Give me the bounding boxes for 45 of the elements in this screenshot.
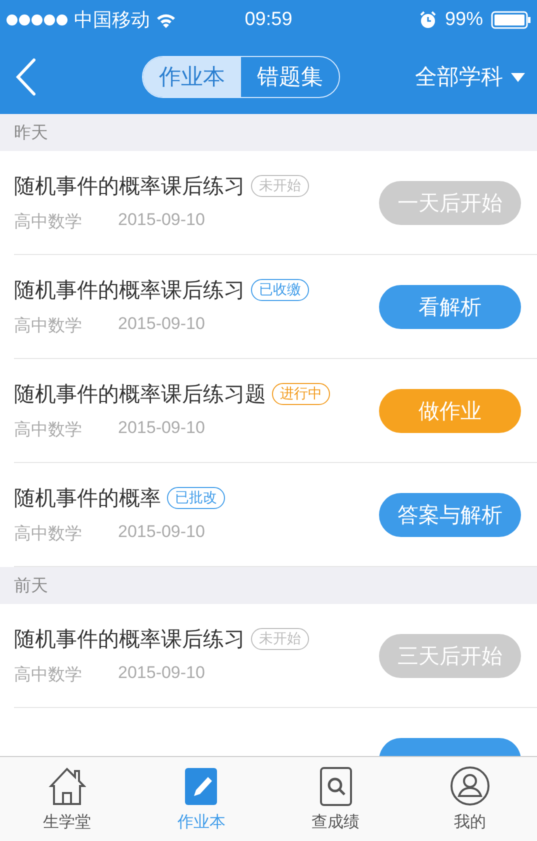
segment-tab[interactable]: 作业本 <box>143 57 241 97</box>
alarm-icon <box>418 11 437 29</box>
subject-label: 高中数学 <box>14 211 82 233</box>
search-icon <box>320 766 352 806</box>
pencil-icon <box>185 766 218 806</box>
homework-title: 随机事件的概率课后练习 <box>14 174 245 200</box>
back-button[interactable] <box>14 57 38 97</box>
subject-label: 高中数学 <box>14 664 82 686</box>
due-date: 2015-09-10 <box>118 663 205 684</box>
caret-icon <box>511 72 525 82</box>
tab-item[interactable]: 生学堂 <box>0 757 134 841</box>
homework-title: 随机事件的概率课后练习题 <box>14 382 266 408</box>
homework-title: 随机事件的概率课后练习 <box>14 627 245 653</box>
battery-icon <box>491 11 531 29</box>
status-badge: 已收缴 <box>251 279 309 301</box>
section-header: 昨天 <box>14 122 48 144</box>
due-date: 2015-09-10 <box>118 210 205 231</box>
user-icon <box>450 766 490 806</box>
action-button[interactable]: 答案与解析 <box>379 492 521 536</box>
subject-filter[interactable]: 全部学科 <box>415 62 525 92</box>
status-badge: 已批改 <box>167 487 225 509</box>
homework-title: 随机事件的概率课后练习 <box>14 278 245 304</box>
due-date: 2015-09-10 <box>118 418 205 439</box>
due-date: 2015-09-10 <box>118 522 205 543</box>
due-date: 2015-09-10 <box>118 314 205 335</box>
signal-icon <box>6 14 68 26</box>
action-button[interactable]: 做作业 <box>379 388 521 432</box>
subject-label: 高中数学 <box>14 523 82 545</box>
homework-title: 随机事件的概率 <box>14 486 161 512</box>
carrier-name: 中国移动 <box>74 9 150 33</box>
action-button[interactable]: 看解析 <box>379 284 521 328</box>
tab-item[interactable]: 我的 <box>402 757 537 841</box>
tab-item[interactable]: 查成绩 <box>268 757 403 841</box>
section-header: 前天 <box>14 575 48 597</box>
clock-time: 09:59 <box>244 9 292 31</box>
segment-tab[interactable]: 错题集 <box>241 57 339 97</box>
status-badge: 进行中 <box>272 383 330 405</box>
wifi-icon <box>156 12 176 28</box>
subject-label: 高中数学 <box>14 315 82 337</box>
status-badge: 未开始 <box>251 628 309 650</box>
status-badge: 未开始 <box>251 175 309 197</box>
home-icon <box>48 766 86 806</box>
tab-item[interactable]: 作业本 <box>134 757 268 841</box>
subject-label: 高中数学 <box>14 419 82 441</box>
battery-percent: 99% <box>444 9 483 31</box>
